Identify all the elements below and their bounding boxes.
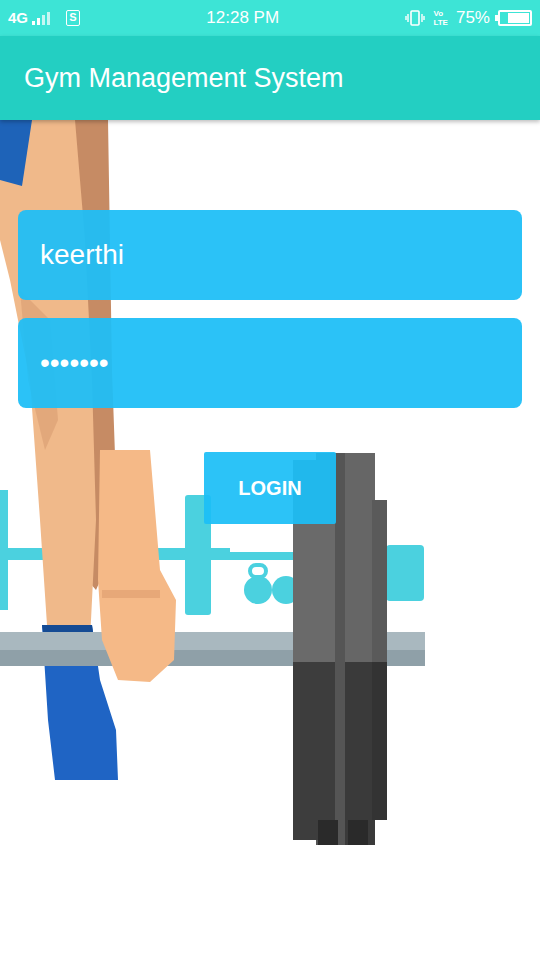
username-field[interactable] [18,210,522,300]
sim-icon: S [66,10,80,26]
login-button[interactable]: LOGIN [204,452,336,524]
login-form: LOGIN [0,120,540,524]
clock: 12:28 PM [206,5,279,31]
battery-icon [498,10,532,26]
app-bar: Gym Management System [0,36,540,120]
password-field[interactable] [18,318,522,408]
login-screen: LOGIN [0,120,540,960]
volte-icon: Vo LTE [433,9,448,27]
signal-icon [32,11,54,25]
battery-fill [508,13,529,23]
app-title: Gym Management System [24,62,344,94]
network-label: 4G [8,7,28,30]
vibrate-icon [405,10,425,26]
status-bar: 4G S 12:28 PM Vo LTE 75% [0,0,540,36]
battery-label: 75% [456,5,490,31]
